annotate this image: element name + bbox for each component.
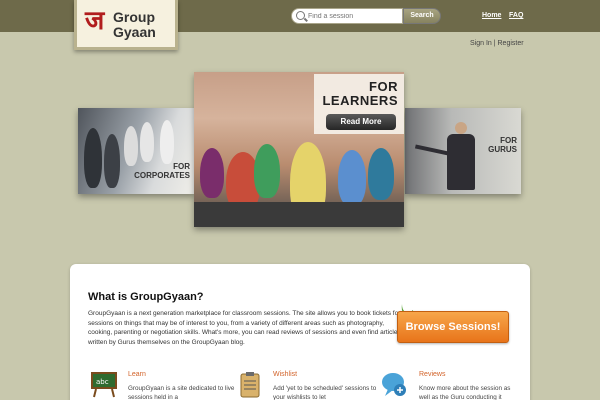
read-more-button[interactable]: Read More — [326, 114, 396, 130]
gurus-label: FOR GURUS — [488, 136, 517, 154]
svg-text:abc: abc — [96, 378, 109, 386]
browse-sessions-button[interactable]: Browse Sessions! — [397, 311, 509, 343]
learner-figure — [254, 144, 280, 198]
about-title: What is GroupGyaan? — [88, 291, 204, 303]
corporates-label: FOR CORPORATES — [134, 162, 190, 180]
logo-glyph-icon: ज — [85, 6, 105, 36]
learner-figure — [368, 148, 394, 200]
logo-line-1: Group — [113, 9, 155, 25]
learners-panel: FOR LEARNERS Read More — [314, 74, 404, 134]
learners-title-line-2: LEARNERS — [322, 93, 398, 108]
gurus-card[interactable]: FOR GURUS — [405, 108, 521, 194]
logo-text: Group Gyaan — [113, 10, 156, 40]
speech-bubble-icon — [382, 373, 406, 396]
corporates-label-line-2: CORPORATES — [134, 171, 190, 180]
corporate-person-figure — [124, 126, 138, 166]
feature-wishlist-text: Add 'yet to be scheduled' sessions to yo… — [273, 385, 377, 400]
corporates-label-line-1: FOR — [173, 162, 190, 171]
search-box — [291, 8, 403, 24]
sign-in-register-links[interactable]: Sign In | Register — [470, 40, 524, 47]
feature-learn-title[interactable]: Learn — [128, 371, 146, 378]
corporate-person-figure — [84, 128, 102, 188]
corporate-person-figure — [160, 120, 174, 164]
search-input[interactable] — [308, 10, 400, 22]
corporate-person-figure — [140, 122, 154, 162]
logo[interactable]: ज Group Gyaan — [74, 0, 178, 50]
feature-reviews-title[interactable]: Reviews — [419, 371, 445, 378]
learners-title-line-1: FOR — [369, 79, 398, 94]
feature-reviews-text: Know more about the session as well as t… — [419, 385, 511, 400]
corporates-card[interactable]: FOR CORPORATES — [78, 108, 194, 194]
nav-home-link[interactable]: Home — [482, 12, 501, 19]
search-icon — [296, 11, 305, 20]
desk-row — [194, 202, 404, 227]
search-button[interactable]: Search — [403, 8, 441, 24]
guru-body-figure — [447, 134, 475, 190]
learners-title: FOR LEARNERS — [322, 80, 398, 108]
corporate-person-figure — [104, 134, 120, 188]
guru-head-figure — [455, 122, 467, 134]
gurus-label-line-2: GURUS — [488, 145, 517, 154]
feature-wishlist-title[interactable]: Wishlist — [273, 371, 297, 378]
feature-learn-text: GroupGyaan is a site dedicated to live s… — [128, 385, 235, 400]
logo-line-2: Gyaan — [113, 24, 156, 40]
about-body: GroupGyaan is a next generation marketpl… — [88, 310, 401, 346]
guru-arm-figure — [414, 144, 450, 156]
chalkboard-icon: abc — [91, 372, 117, 398]
about-section: What is GroupGyaan? GroupGyaan is a next… — [70, 264, 530, 400]
learner-figure — [338, 150, 366, 206]
nav-faq-link[interactable]: FAQ — [509, 12, 523, 19]
learner-figure — [200, 148, 224, 198]
gurus-label-line-1: FOR — [500, 136, 517, 145]
clipboard-icon — [240, 372, 260, 398]
